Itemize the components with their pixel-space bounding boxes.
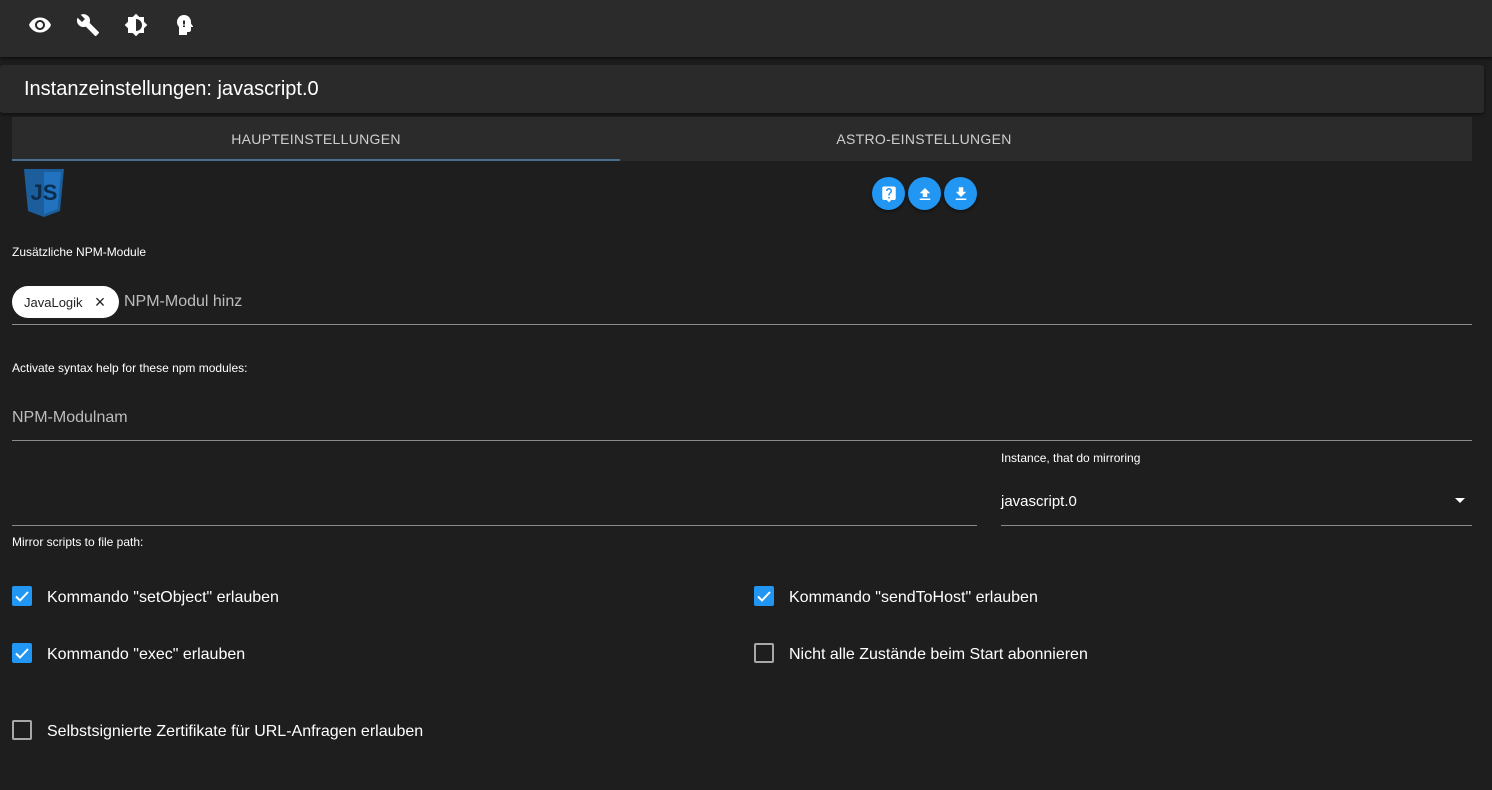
checkbox-no-subscribe-all[interactable] xyxy=(754,643,774,663)
tab-bar: HAUPTEINSTELLUNGEN ASTRO-EINSTELLUNGEN xyxy=(12,117,1472,161)
syntax-help-label: Activate syntax help for these npm modul… xyxy=(12,361,248,375)
checkbox-self-signed-certs-label: Selbstsignierte Zertifikate für URL-Anfr… xyxy=(47,723,424,740)
wrench-icon[interactable] xyxy=(75,12,101,38)
npm-module-input[interactable] xyxy=(124,291,624,313)
checkbox-exec-label: Kommando "exec" erlauben xyxy=(47,646,246,663)
mirror-path-input[interactable] xyxy=(12,490,972,514)
syntax-help-underline xyxy=(12,440,1472,441)
dropdown-arrow-icon[interactable] xyxy=(1455,498,1465,503)
upload-button[interactable] xyxy=(908,177,941,210)
help-icon xyxy=(881,186,896,202)
logo-text: JS xyxy=(31,180,58,205)
mirror-instance-select[interactable]: javascript.0 xyxy=(1001,493,1077,510)
checkmark-icon xyxy=(15,591,29,602)
help-button[interactable] xyxy=(872,177,905,210)
download-icon xyxy=(955,186,966,200)
javascript-logo: JS xyxy=(22,169,66,217)
brightness-icon[interactable] xyxy=(123,12,149,38)
mirror-instance-underline xyxy=(1001,525,1472,526)
mirror-instance-label: Instance, that do mirroring xyxy=(1001,451,1141,465)
top-toolbar xyxy=(0,0,1492,57)
checkbox-self-signed-certs[interactable] xyxy=(12,720,32,740)
checkbox-set-object-label: Kommando "setObject" erlauben xyxy=(47,589,279,606)
npm-module-underline xyxy=(12,324,1472,325)
checkbox-exec[interactable] xyxy=(12,643,32,663)
download-button[interactable] xyxy=(944,177,977,210)
checkmark-icon xyxy=(757,591,771,602)
active-tab-indicator xyxy=(12,159,620,161)
checkbox-send-to-host[interactable] xyxy=(754,586,774,606)
checkbox-set-object[interactable] xyxy=(12,586,32,606)
expert-mode-icon[interactable] xyxy=(170,12,196,38)
checkmark-icon xyxy=(15,648,29,659)
upload-icon xyxy=(919,187,930,200)
checkbox-no-subscribe-all-label: Nicht alle Zustände beim Start abonniere… xyxy=(789,646,1088,663)
checkbox-send-to-host-label: Kommando "sendToHost" erlauben xyxy=(789,589,1038,606)
chip-remove-icon[interactable]: × xyxy=(93,293,107,311)
eye-icon[interactable] xyxy=(27,12,53,38)
npm-modules-label: Zusätzliche NPM-Module xyxy=(12,245,147,259)
dialog-title-bar: Instanzeinstellungen: javascript.0 xyxy=(0,65,1484,113)
tab-astro-settings[interactable]: ASTRO-EINSTELLUNGEN xyxy=(620,117,1228,161)
syntax-help-input[interactable] xyxy=(12,407,132,429)
mirror-path-label: Mirror scripts to file path: xyxy=(12,535,144,549)
tab-main-settings[interactable]: HAUPTEINSTELLUNGEN xyxy=(12,117,620,161)
module-chip: JavaLogik × xyxy=(12,286,119,318)
page-title: Instanzeinstellungen: javascript.0 xyxy=(24,78,319,100)
module-chip-label: JavaLogik xyxy=(24,294,83,310)
mirror-path-underline xyxy=(12,525,977,526)
